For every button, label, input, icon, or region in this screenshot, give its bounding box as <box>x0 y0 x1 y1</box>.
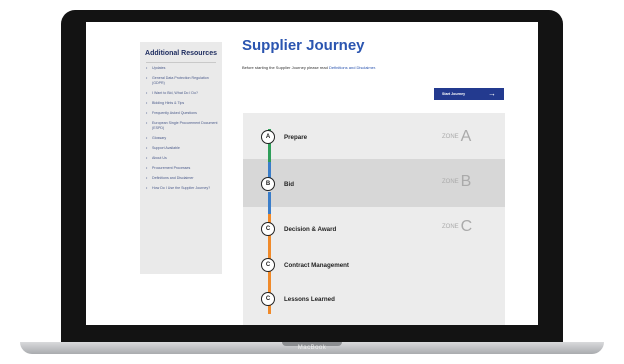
sidebar-item-glossary[interactable]: Glossary <box>146 136 218 141</box>
stage-lessons-learned-marker[interactable]: C <box>261 292 275 306</box>
sidebar-item-faq[interactable]: Frequently Asked Questions <box>146 111 218 116</box>
sidebar-item-definitions[interactable]: Definitions and Disclaimer <box>146 176 218 181</box>
intro-text-body: Before starting the Supplier Journey ple… <box>242 65 328 70</box>
zone-a-word: ZONE <box>442 134 459 140</box>
intro-text: Before starting the Supplier Journey ple… <box>242 65 376 70</box>
arrow-right-icon: → <box>488 89 496 98</box>
stage-lessons-learned-label[interactable]: Lessons Learned <box>284 296 335 303</box>
sidebar: Additional Resources Updates General Dat… <box>140 42 222 274</box>
definitions-link[interactable]: Definitions and Disclaimer. <box>329 65 376 70</box>
stage-bid-marker[interactable]: B <box>261 177 275 191</box>
zone-c-word: ZONE <box>442 224 459 230</box>
sidebar-item-support[interactable]: Support Available <box>146 146 218 151</box>
stage-decision-award-marker[interactable]: C <box>261 222 275 236</box>
page-title: Supplier Journey <box>242 37 365 54</box>
sidebar-title: Additional Resources <box>145 50 217 57</box>
start-journey-label: Start Journey <box>442 92 466 96</box>
journey-line-blue-lower <box>268 192 271 214</box>
zone-c-label: ZONE C <box>442 218 472 236</box>
stage-prepare-label[interactable]: Prepare <box>284 134 307 141</box>
sidebar-item-hints-tips[interactable]: Bidding Hints & Tips <box>146 101 218 106</box>
zone-b-word: ZONE <box>442 179 459 185</box>
sidebar-list: Updates General Data Protection Regulati… <box>146 66 218 196</box>
sidebar-item-how-to-use[interactable]: How Do I Use the Supplier Journey? <box>146 186 218 191</box>
zone-a-label: ZONE A <box>442 128 471 146</box>
sidebar-item-updates[interactable]: Updates <box>146 66 218 71</box>
stage-contract-management-marker[interactable]: C <box>261 258 275 272</box>
zone-a-letter: A <box>460 128 472 145</box>
sidebar-item-procurement[interactable]: Procurement Processes <box>146 166 218 171</box>
sidebar-item-espd[interactable]: European Single Procurement Document (ES… <box>146 121 218 131</box>
stage-contract-management-label[interactable]: Contract Management <box>284 262 349 269</box>
sidebar-item-about[interactable]: About Us <box>146 156 218 161</box>
zone-c-letter: C <box>460 218 473 235</box>
zone-b-letter: B <box>460 173 472 190</box>
zone-b-label: ZONE B <box>442 173 471 191</box>
browser-screen: Additional Resources Updates General Dat… <box>86 22 538 325</box>
stage-bid-label[interactable]: Bid <box>284 181 294 188</box>
start-journey-button[interactable]: Start Journey → <box>434 88 504 100</box>
stage-decision-award-label[interactable]: Decision & Award <box>284 226 336 233</box>
sidebar-item-gdpr[interactable]: General Data Protection Regulation (GDPR… <box>146 76 218 86</box>
sidebar-divider <box>146 62 216 63</box>
device-brand-label: MacBook <box>297 345 327 351</box>
sidebar-item-want-to-bid[interactable]: I Want to Bid, What Do I Do? <box>146 91 218 96</box>
stage-prepare-marker[interactable]: A <box>261 130 275 144</box>
